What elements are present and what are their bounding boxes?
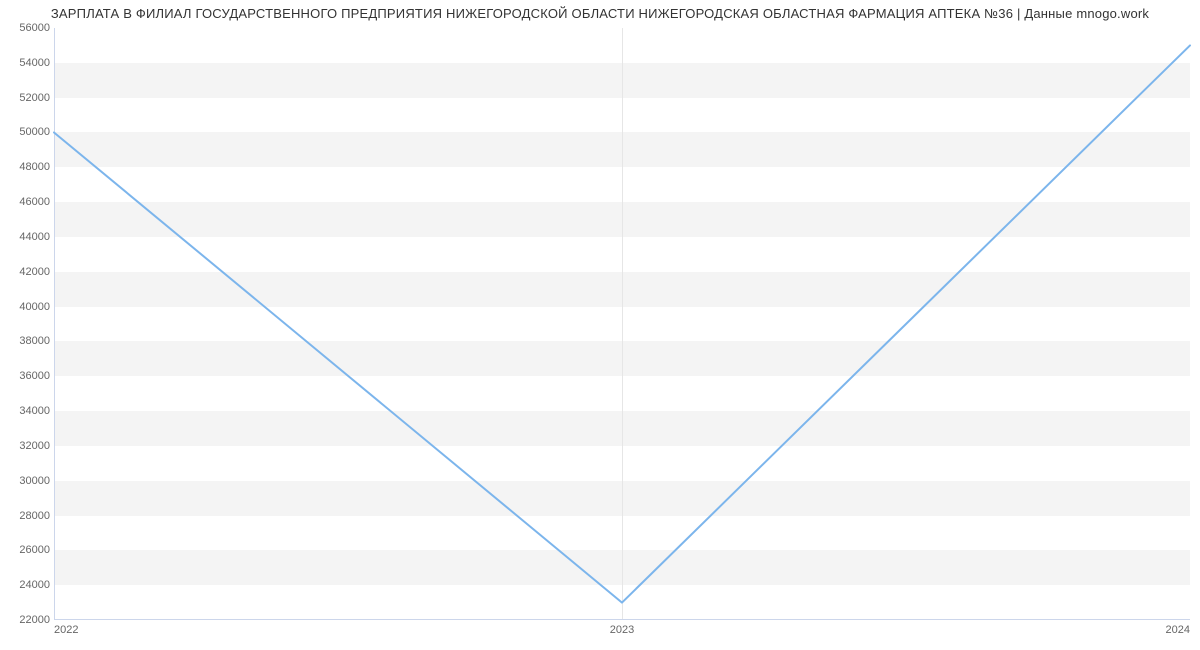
x-tick-label: 2023 (610, 624, 634, 636)
line-layer (54, 28, 1190, 620)
y-tick-label: 54000 (4, 57, 50, 69)
y-tick-label: 34000 (4, 405, 50, 417)
chart-title: ЗАРПЛАТА В ФИЛИАЛ ГОСУДАРСТВЕННОГО ПРЕДП… (0, 6, 1200, 21)
y-tick-label: 42000 (4, 266, 50, 278)
y-tick-label: 24000 (4, 579, 50, 591)
y-tick-label: 26000 (4, 544, 50, 556)
y-tick-label: 44000 (4, 231, 50, 243)
y-tick-label: 48000 (4, 161, 50, 173)
y-tick-label: 28000 (4, 510, 50, 522)
y-tick-label: 46000 (4, 196, 50, 208)
y-tick-label: 56000 (4, 22, 50, 34)
y-tick-label: 30000 (4, 475, 50, 487)
x-tick-label: 2024 (1166, 624, 1190, 636)
y-tick-label: 40000 (4, 301, 50, 313)
salary-line-chart: ЗАРПЛАТА В ФИЛИАЛ ГОСУДАРСТВЕННОГО ПРЕДП… (0, 0, 1200, 650)
plot-area (54, 28, 1190, 620)
y-tick-label: 50000 (4, 126, 50, 138)
x-tick-label: 2022 (54, 624, 78, 636)
salary-series-line (54, 45, 1190, 602)
y-tick-label: 38000 (4, 335, 50, 347)
y-tick-label: 32000 (4, 440, 50, 452)
y-tick-label: 52000 (4, 92, 50, 104)
y-tick-label: 36000 (4, 370, 50, 382)
y-tick-label: 22000 (4, 614, 50, 626)
